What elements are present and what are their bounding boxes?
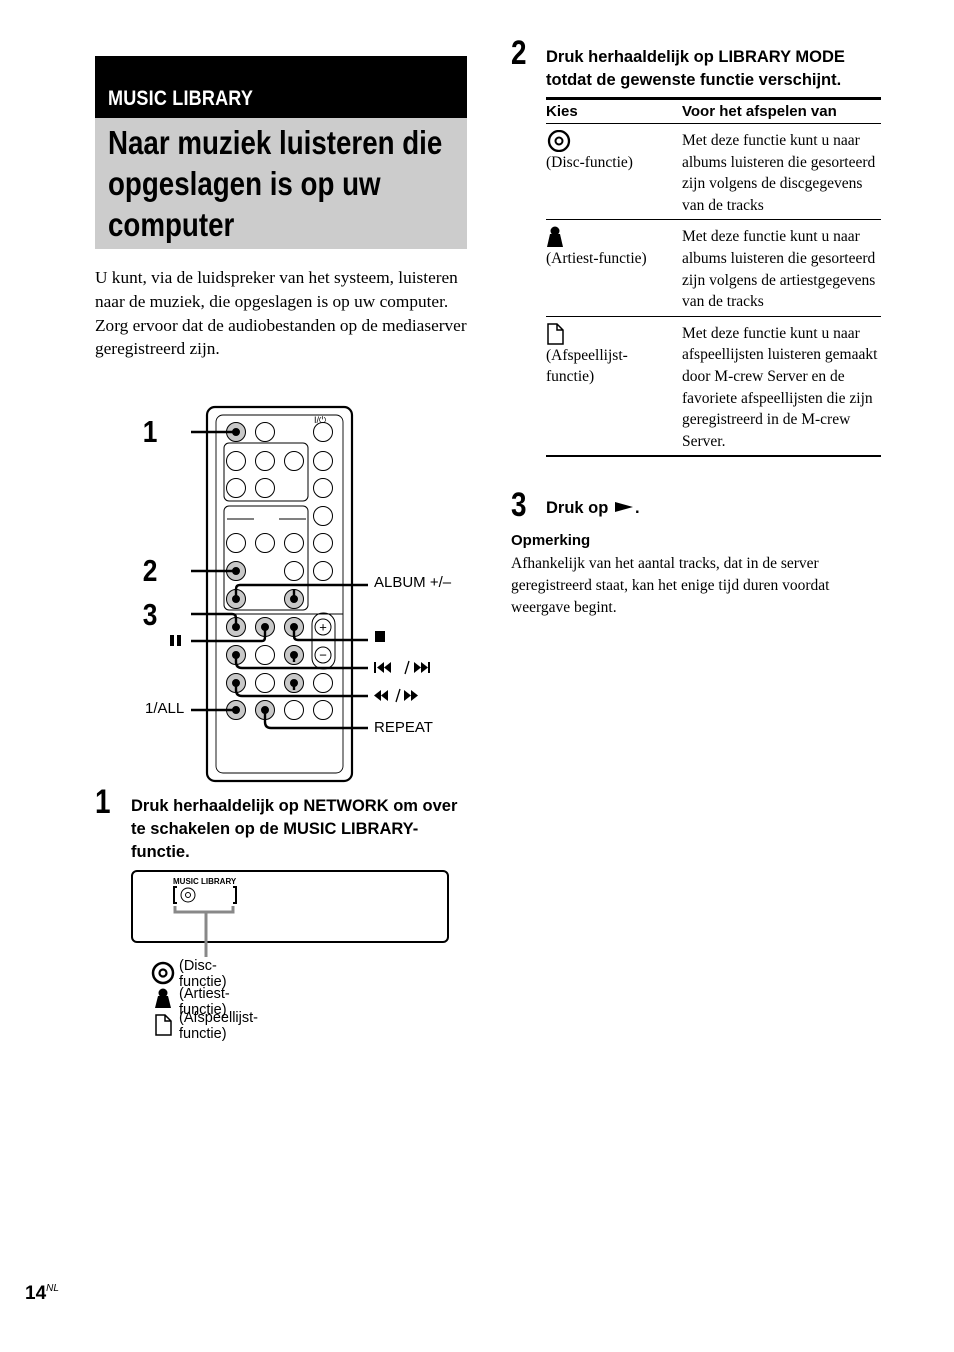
remote-button	[226, 533, 246, 553]
choice-label: (Disc-functie)	[546, 154, 633, 171]
remote-button	[226, 478, 246, 498]
plus-icon: +	[319, 620, 327, 635]
table-row: (Afspeellijst-functie) Met deze functie …	[546, 316, 881, 458]
play-icon	[614, 502, 633, 512]
leader-lines	[191, 430, 368, 730]
remote-button	[255, 478, 275, 498]
note-heading: Opmerking	[511, 532, 591, 549]
step-3-suffix: .	[634, 499, 640, 517]
repeat-label: REPEAT	[374, 719, 433, 736]
remote-button	[255, 673, 275, 693]
col-header-description: Voor het afspelen van	[682, 97, 881, 124]
remote-button	[284, 700, 304, 720]
rew-ff-icon	[374, 688, 418, 703]
playlist-icon	[155, 1014, 172, 1036]
disc-icon	[151, 961, 175, 985]
step-1-number: 1	[95, 783, 111, 821]
remote-button	[313, 673, 333, 693]
intro-paragraph: U kunt, via de luidspreker van het syste…	[95, 268, 467, 359]
col-header-choice: Kies	[546, 97, 682, 124]
mode-table: Kies Voor het afspelen van (Disc-functie…	[546, 97, 881, 458]
remote-button	[284, 451, 304, 471]
callout-3: 3	[143, 598, 158, 632]
choice-cell: (Artiest-functie)	[546, 219, 682, 317]
page-number: 14NL	[25, 1283, 59, 1305]
one-all-label: 1/ALL	[145, 700, 184, 717]
remote-button	[313, 451, 333, 471]
remote-button	[313, 533, 333, 553]
remote-button	[313, 700, 333, 720]
table-header-row: Kies Voor het afspelen van	[546, 97, 881, 124]
remote-button	[313, 561, 333, 581]
remote-control-diagram: + − I/⏻ 1 2 3 ALBUM +/– 1/ALL REPEAT	[143, 405, 452, 783]
remote-button	[255, 533, 275, 553]
callout-1: 1	[143, 415, 158, 449]
remote-button	[313, 422, 333, 442]
section-label: MUSIC LIBRARY	[108, 87, 254, 110]
artist-icon	[547, 226, 563, 248]
remote-button	[255, 422, 275, 442]
step-2-number: 2	[511, 34, 527, 72]
table-row: (Disc-functie) Met deze functie kunt u n…	[546, 123, 881, 221]
minus-icon: −	[319, 648, 327, 663]
artist-icon	[155, 988, 171, 1008]
power-label: I/⏻	[314, 415, 326, 425]
pause-icon	[170, 635, 181, 646]
remote-button	[313, 478, 333, 498]
remote-button	[226, 451, 246, 471]
display-bracket	[173, 886, 237, 957]
description-cell: Met deze functie kunt u naar albums luis…	[682, 219, 881, 317]
prev-next-icon	[374, 660, 430, 675]
remote-button	[255, 451, 275, 471]
description-cell: Met deze functie kunt u naar afspeellijs…	[682, 316, 881, 458]
remote-button	[284, 561, 304, 581]
section-banner: MUSIC LIBRARY	[95, 56, 467, 118]
legend-playlist-text: (Afspeellijst-functie)	[179, 1010, 258, 1042]
display-disc-icon	[180, 887, 196, 903]
remote-button	[255, 645, 275, 665]
choice-cell: (Afspeellijst-functie)	[546, 316, 682, 458]
remote-button	[284, 533, 304, 553]
note-text: Afhankelijk van het aantal tracks, dat i…	[511, 555, 830, 616]
step-2-text: Druk herhaaldelijk op LIBRARY MODE totda…	[546, 48, 845, 89]
choice-cell: (Disc-functie)	[546, 123, 682, 221]
disc-icon	[547, 130, 571, 152]
step-3: Druk op .	[546, 497, 640, 520]
description-cell: Met deze functie kunt u naar albums luis…	[682, 123, 881, 221]
stop-icon	[375, 631, 385, 642]
page-title: Naar muziek luisteren die opgeslagen is …	[108, 124, 443, 243]
choice-label: (Artiest-functie)	[546, 250, 647, 268]
choice-label: (Afspeellijst-functie)	[546, 346, 628, 386]
remote-button	[313, 506, 333, 526]
playlist-icon	[547, 323, 564, 345]
step-3-number: 3	[511, 486, 527, 524]
page-number-value: 14	[25, 1283, 47, 1304]
callout-2: 2	[143, 554, 158, 588]
step-3-text: Druk op	[546, 499, 609, 517]
title-banner: Naar muziek luisteren die opgeslagen is …	[95, 118, 467, 249]
page-number-suffix: NL	[46, 1283, 59, 1294]
step-1-text: Druk herhaaldelijk op NETWORK om over te…	[131, 797, 458, 861]
album-label: ALBUM +/–	[374, 574, 452, 591]
table-row: (Artiest-functie) Met deze functie kunt …	[546, 219, 881, 317]
